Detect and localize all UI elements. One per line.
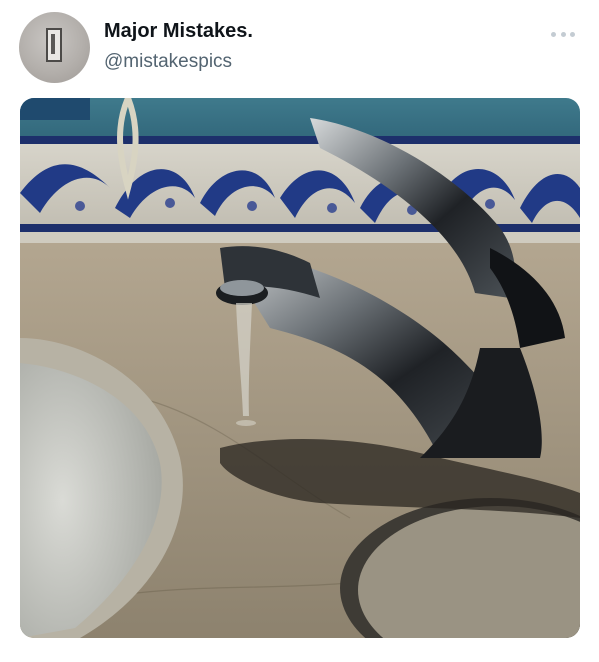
more-options-icon[interactable] (551, 24, 575, 44)
faucet-photo-illustration (20, 98, 580, 638)
avatar-picture-frame (46, 28, 62, 62)
display-name[interactable]: Major Mistakes. (104, 20, 253, 43)
user-handle[interactable]: @mistakespics (104, 51, 232, 73)
avatar[interactable] (19, 12, 90, 83)
tweet-photo[interactable] (20, 98, 580, 638)
